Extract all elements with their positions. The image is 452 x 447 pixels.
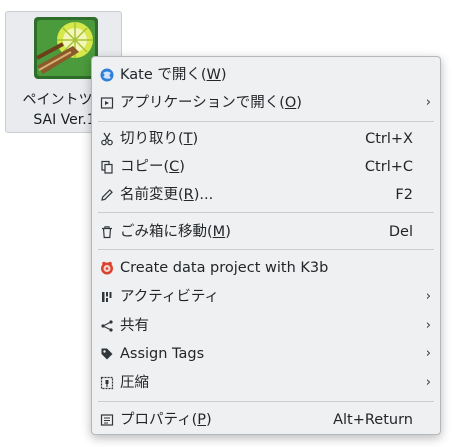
archive-icon — [100, 376, 114, 390]
shortcut-label: Ctrl+X — [365, 131, 413, 147]
menu-item-label: アクティビティ — [120, 289, 220, 305]
context-menu: Kate で開く(W) アプリケーションで開く(O) › 切り取り(T) Ctr… — [91, 56, 441, 435]
menu-item-compress[interactable]: 圧縮 › — [92, 369, 440, 397]
menu-item-cut[interactable]: 切り取り(T) Ctrl+X — [92, 125, 440, 153]
menu-item-open-with-application[interactable]: アプリケーションで開く(O) › — [92, 89, 440, 117]
menu-item-open-with-kate[interactable]: Kate で開く(W) — [92, 61, 440, 89]
menu-separator — [98, 401, 434, 402]
menu-item-assign-tags[interactable]: Assign Tags › — [92, 340, 440, 368]
mnemonic-key: T — [183, 131, 193, 147]
menu-item-activities[interactable]: アクティビティ › — [92, 283, 440, 311]
mnemonic-key: O — [284, 95, 297, 111]
menu-item-label-end: ) — [192, 131, 199, 147]
submenu-arrow-icon: › — [425, 95, 431, 110]
mnemonic-key: R — [183, 187, 194, 203]
menu-item-label: プロパティ( — [120, 412, 198, 428]
mnemonic-key: M — [212, 224, 226, 240]
menu-separator — [98, 212, 434, 213]
menu-item-label: Assign Tags — [120, 346, 205, 362]
menu-item-label: 圧縮 — [120, 375, 149, 391]
mnemonic-key: W — [206, 67, 221, 83]
menu-item-share[interactable]: 共有 › — [92, 312, 440, 340]
menu-item-label-end: )... — [193, 187, 214, 203]
submenu-arrow-icon: › — [425, 375, 431, 390]
shortcut-label: F2 — [395, 187, 413, 203]
menu-item-label: Kate で開く( — [120, 67, 207, 83]
mnemonic-key: C — [169, 159, 180, 175]
properties-icon — [100, 413, 114, 427]
shortcut-label: Ctrl+C — [364, 159, 413, 175]
pencil-icon — [100, 188, 114, 202]
menu-item-label: Create data project with K3b — [120, 260, 329, 276]
shortcut-label: Del — [388, 224, 413, 240]
menu-item-label-end: ) — [225, 224, 231, 240]
submenu-arrow-icon: › — [425, 289, 431, 304]
menu-item-move-to-trash[interactable]: ごみ箱に移動(M) Del — [92, 218, 440, 246]
menu-item-label: 名前変更( — [120, 187, 184, 203]
application-icon — [100, 96, 114, 110]
menu-separator — [98, 121, 434, 122]
copy-icon — [100, 160, 114, 174]
trash-icon — [100, 225, 114, 239]
menu-item-label-end: ) — [206, 412, 212, 428]
tag-icon — [100, 347, 114, 361]
menu-item-label-end: ) — [220, 67, 227, 83]
scissors-icon — [100, 132, 114, 146]
submenu-arrow-icon: › — [425, 318, 431, 333]
menu-item-label: 共有 — [120, 318, 149, 334]
menu-item-label-end: ) — [296, 95, 302, 111]
k3b-icon — [100, 261, 114, 275]
menu-item-rename[interactable]: 名前変更(R)... F2 — [92, 181, 440, 209]
share-icon — [100, 319, 114, 333]
shortcut-label: Alt+Return — [333, 412, 413, 428]
mnemonic-key: P — [197, 412, 207, 428]
submenu-arrow-icon: › — [425, 346, 431, 361]
menu-item-label-end: ) — [179, 159, 185, 175]
menu-separator — [98, 249, 434, 250]
menu-item-label: コピー( — [120, 159, 170, 175]
menu-item-label: ごみ箱に移動( — [120, 224, 213, 240]
menu-item-create-k3b-project[interactable]: Create data project with K3b — [92, 254, 440, 282]
menu-item-label: 切り取り( — [120, 131, 184, 147]
paint-tool-sai-icon — [34, 17, 98, 79]
menu-item-properties[interactable]: プロパティ(P) Alt+Return — [92, 406, 440, 434]
activities-icon — [100, 290, 114, 304]
menu-item-copy[interactable]: コピー(C) Ctrl+C — [92, 153, 440, 181]
menu-item-label: アプリケーションで開く( — [120, 95, 285, 111]
kate-icon — [100, 68, 114, 82]
